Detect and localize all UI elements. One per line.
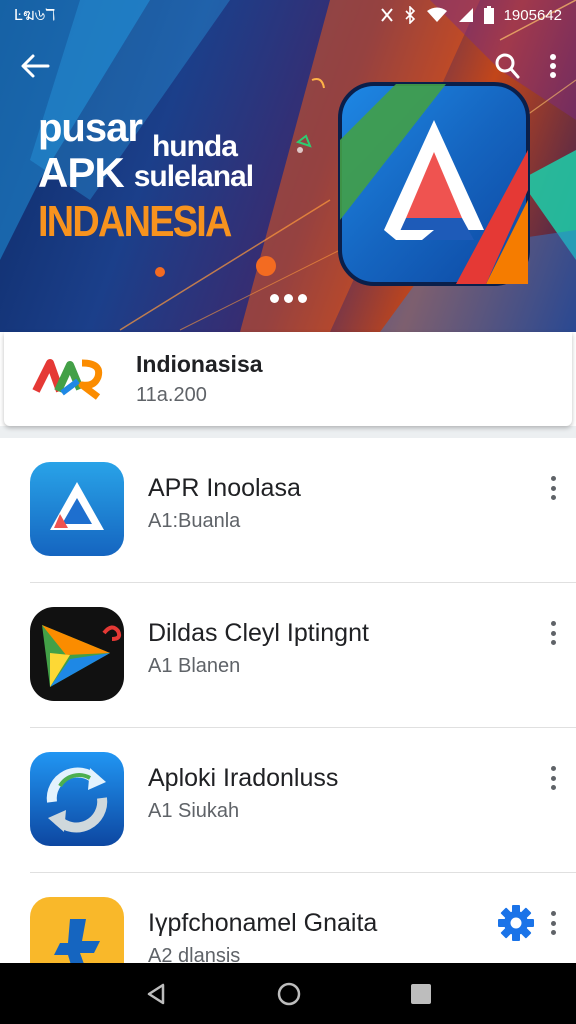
section-separator xyxy=(0,426,576,438)
nav-recents-icon[interactable] xyxy=(410,983,432,1005)
featured-app-name: Indionasisa xyxy=(136,351,263,377)
app-subtitle: A1:Buanla xyxy=(148,510,241,532)
featured-app-logo-icon xyxy=(32,359,103,400)
list-item[interactable]: APR Inoolasa A1:Buanla xyxy=(0,438,576,583)
status-bar: Ŀฆ৬ℸ 1905642 xyxy=(0,0,576,30)
featured-app-meta: 11a.200 xyxy=(136,384,207,406)
search-icon[interactable] xyxy=(492,51,522,81)
play-arrow-app-icon xyxy=(30,607,124,701)
app-title: APR Inoolasa xyxy=(148,474,301,502)
list-item[interactable]: Dildas Cleyl Iptingnt A1 Blanen xyxy=(0,583,576,728)
gear-icon[interactable] xyxy=(496,903,536,943)
status-clock: 1905642 xyxy=(503,6,562,24)
more-vert-icon[interactable] xyxy=(542,619,564,647)
hero-word-indanesia: INDANESIA xyxy=(38,197,232,246)
vibrate-icon xyxy=(380,8,393,22)
app-list: APR Inoolasa A1:Buanla Dildas Cleyl Ipti… xyxy=(0,438,576,1018)
sync-arrows-app-icon xyxy=(30,752,124,846)
bluetooth-icon xyxy=(405,6,415,24)
more-vert-icon[interactable] xyxy=(542,764,564,792)
carousel-dot[interactable] xyxy=(298,294,307,303)
more-vert-icon[interactable] xyxy=(548,52,558,80)
carousel-dot[interactable] xyxy=(284,294,293,303)
hero-word-hunda: hunda xyxy=(151,130,238,163)
app-subtitle: A1 Siukah xyxy=(148,800,240,822)
system-nav-bar xyxy=(0,963,576,1024)
triangle-app-icon xyxy=(30,462,124,556)
hero-word-sulelanal: sulelanal xyxy=(133,160,254,193)
battery-icon xyxy=(483,6,494,24)
status-left-text: Ŀฆ৬ℸ xyxy=(14,6,56,24)
back-arrow-icon[interactable] xyxy=(18,52,52,80)
more-vert-icon[interactable] xyxy=(542,909,564,937)
app-title: Iγpfchonamel Gnaita xyxy=(148,909,378,937)
more-vert-icon[interactable] xyxy=(542,474,564,502)
carousel-dot[interactable] xyxy=(270,294,279,303)
hero-word-apk: APK xyxy=(38,149,125,196)
app-title: Dildas Cleyl Iptingnt xyxy=(148,619,369,647)
app-subtitle: A1 Blanen xyxy=(148,655,241,677)
hero-app-logo xyxy=(338,82,530,286)
wifi-icon xyxy=(426,7,447,22)
nav-home-icon[interactable] xyxy=(276,981,302,1007)
hero-word-pusar: pusar xyxy=(38,106,143,150)
carousel-indicator[interactable] xyxy=(270,294,307,303)
featured-app-card[interactable]: Indionasisa 11a.200 xyxy=(4,332,572,426)
list-item[interactable]: Aploki Iradonluss A1 Siukah xyxy=(0,728,576,873)
signal-icon xyxy=(458,8,473,22)
app-bar xyxy=(0,38,576,94)
hero-headline: pusar hunda APK sulelanal INDANESIA xyxy=(38,108,262,244)
app-title: Aploki Iradonluss xyxy=(148,764,339,792)
nav-back-icon[interactable] xyxy=(144,982,168,1006)
